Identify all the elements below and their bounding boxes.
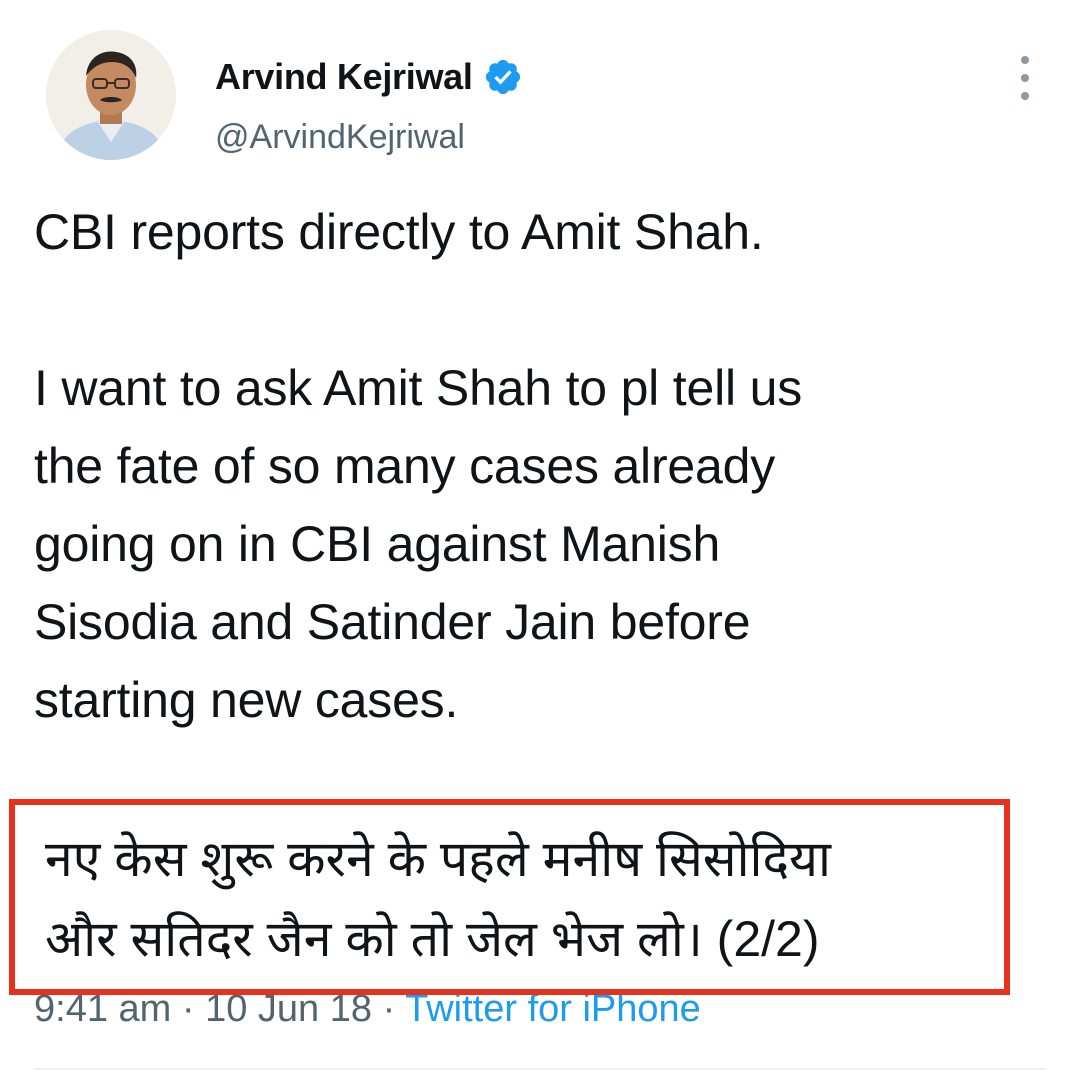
author-block: Arvind Kejriwal @ArvindKejriwal [215, 52, 523, 157]
more-vertical-icon [1021, 92, 1029, 100]
verified-badge-icon [485, 59, 520, 95]
hindi-text: नए केस शुरू करने के पहले मनीष सिसोदिया औ… [45, 819, 1005, 979]
highlight-box: नए केस शुरू करने के पहले मनीष सिसोदिया औ… [9, 799, 1010, 995]
more-options-button[interactable] [1008, 56, 1042, 100]
author-handle[interactable]: @ArvindKejriwal [215, 118, 523, 157]
more-vertical-icon [1021, 56, 1029, 64]
tweet-card: Arvind Kejriwal @ArvindKejriwal CBI repo… [0, 0, 1080, 1085]
avatar-image [46, 30, 176, 160]
tweet-line: Sisodia and Satinder Jain before [34, 594, 751, 650]
author-name[interactable]: Arvind Kejriwal [215, 56, 473, 98]
tweet-text: CBI reports directly to Amit Shah. I wan… [34, 193, 1044, 739]
tweet-line: starting new cases. [34, 672, 459, 728]
tweet-line: the fate of so many cases already [34, 438, 776, 494]
hindi-line: और सतिदर जैन को तो जेल भेज लो। (2/2) [45, 911, 820, 967]
name-row: Arvind Kejriwal [215, 52, 523, 102]
tweet-line: going on in CBI against Manish [34, 516, 721, 572]
tweet-paragraph-1: CBI reports directly to Amit Shah. [34, 204, 764, 260]
avatar[interactable] [46, 30, 176, 160]
divider [34, 1068, 1046, 1070]
tweet-line: I want to ask Amit Shah to pl tell us [34, 360, 802, 416]
more-vertical-icon [1021, 74, 1029, 82]
hindi-line: नए केस शुरू करने के पहले मनीष सिसोदिया [45, 831, 831, 887]
